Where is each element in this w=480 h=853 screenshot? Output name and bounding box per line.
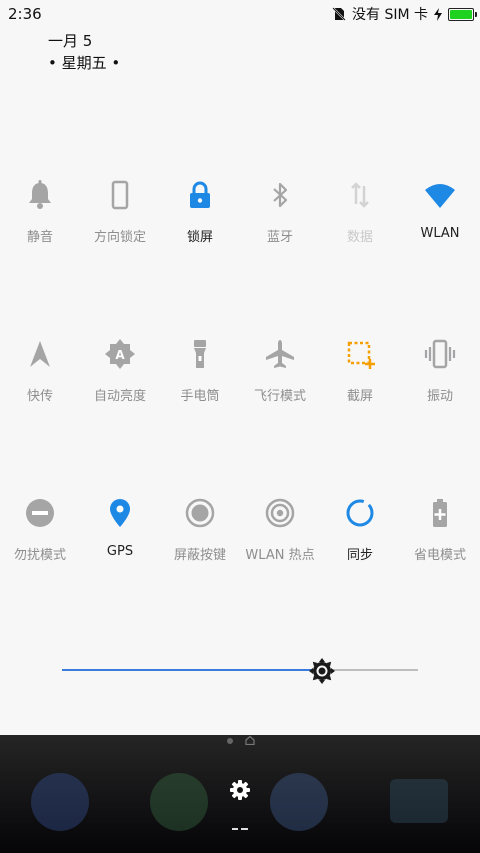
status-time: 2:36 — [8, 5, 42, 23]
tile-label: 同步 — [346, 548, 373, 563]
tile-sync[interactable]: 同步 — [320, 496, 400, 563]
tile-location[interactable]: GPS — [80, 496, 160, 559]
bell-icon — [29, 180, 51, 209]
bluetooth-icon — [273, 182, 288, 208]
screenshot-icon — [347, 341, 375, 369]
data-icon — [351, 182, 369, 208]
tile-phone-rotate[interactable]: 方向锁定 — [80, 178, 160, 245]
tile-label: 振动 — [426, 389, 453, 404]
airplane-icon — [266, 340, 294, 368]
page-indicator-dot — [227, 738, 233, 744]
hotspot-icon — [265, 498, 295, 528]
wifi-icon — [425, 184, 455, 208]
tile-block-keys[interactable]: 屏蔽按键 — [160, 496, 240, 563]
settings-gear-icon[interactable] — [229, 779, 251, 801]
tile-battery-saver[interactable]: 省电模式 — [400, 496, 480, 563]
block-keys-icon — [185, 498, 215, 528]
tile-label: 静音 — [26, 230, 53, 245]
location-icon — [110, 499, 130, 527]
battery-icon — [448, 7, 477, 21]
tile-do-not-disturb[interactable]: 勿扰模式 — [0, 496, 80, 563]
tile-data[interactable]: 数据 — [320, 178, 400, 245]
tile-label: WLAN — [420, 226, 460, 241]
camera-icon[interactable] — [390, 779, 448, 823]
phone-icon[interactable] — [31, 773, 89, 831]
status-bar: 2:36 没有 SIM 卡 — [0, 0, 480, 28]
messages-icon[interactable] — [270, 773, 328, 831]
date-text: 一月 5 — [48, 32, 93, 50]
tile-hotspot[interactable]: WLAN 热点 — [240, 496, 320, 563]
tile-lock[interactable]: 锁屏 — [160, 178, 240, 245]
svg-text:A: A — [115, 348, 125, 362]
tile-label: 方向锁定 — [93, 230, 146, 245]
tile-airplane[interactable]: 飞行模式 — [240, 337, 320, 404]
brightness-thumb-icon[interactable] — [308, 657, 336, 685]
vibrate-icon — [424, 339, 456, 369]
browser-icon[interactable] — [150, 773, 208, 831]
tile-label: 锁屏 — [186, 230, 213, 245]
tile-label: 屏蔽按键 — [173, 548, 226, 563]
brightness-track-fill — [62, 669, 322, 671]
do-not-disturb-icon — [26, 499, 54, 527]
brightness-slider[interactable] — [62, 656, 418, 686]
tile-auto-brightness[interactable]: A 自动亮度 — [80, 337, 160, 404]
tile-bluetooth[interactable]: 蓝牙 — [240, 178, 320, 245]
sync-icon — [346, 499, 374, 527]
tile-label: 手电筒 — [180, 389, 220, 404]
tile-fast-transfer[interactable]: 快传 — [0, 337, 80, 404]
tile-label: 快传 — [26, 389, 53, 404]
auto-brightness-icon: A — [105, 339, 135, 369]
tile-label: 自动亮度 — [93, 389, 146, 404]
drag-handle-icon[interactable] — [232, 828, 248, 831]
lock-icon — [190, 181, 210, 208]
tile-label: 勿扰模式 — [13, 548, 66, 563]
tile-label: GPS — [106, 544, 134, 559]
carrier-text: 没有 SIM 卡 — [352, 7, 428, 23]
tile-label: 蓝牙 — [266, 230, 293, 245]
charging-icon — [434, 7, 442, 21]
tile-screenshot[interactable]: 截屏 — [320, 337, 400, 404]
battery-saver-icon — [433, 499, 447, 527]
tile-vibrate[interactable]: 振动 — [400, 337, 480, 404]
tile-label: 飞行模式 — [253, 389, 306, 404]
tile-wifi[interactable]: WLAN — [400, 178, 480, 241]
fast-transfer-icon — [30, 341, 50, 367]
tile-label: 数据 — [346, 230, 373, 245]
tile-bell[interactable]: 静音 — [0, 178, 80, 245]
flashlight-icon — [194, 340, 206, 368]
tile-label: 截屏 — [346, 389, 373, 404]
no-sim-icon — [332, 7, 346, 21]
home-page-icon — [245, 736, 255, 745]
weekday-text: • 星期五 • — [48, 54, 121, 72]
tile-flashlight[interactable]: 手电筒 — [160, 337, 240, 404]
tile-label: 省电模式 — [413, 548, 466, 563]
status-right: 没有 SIM 卡 — [332, 4, 477, 24]
phone-rotate-icon — [111, 180, 129, 210]
tile-label: WLAN 热点 — [245, 548, 315, 563]
